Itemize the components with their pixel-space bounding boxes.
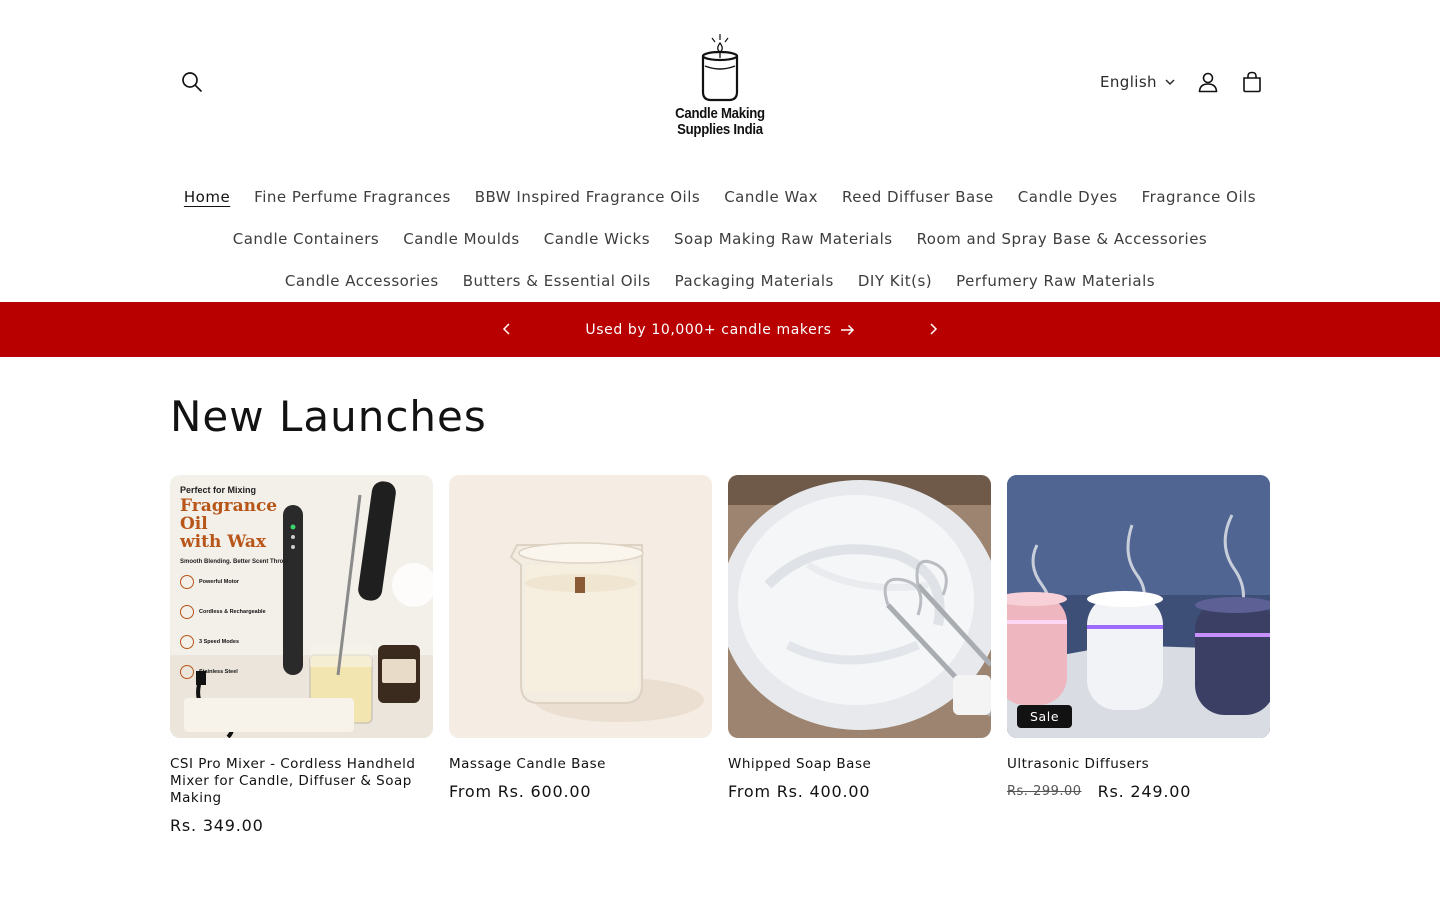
price-sale: Rs. 249.00 <box>1097 782 1192 801</box>
product-price: Rs. 349.00 <box>170 816 433 835</box>
product-card[interactable]: Perfect for Mixing Fragrance Oil with Wa… <box>170 475 433 835</box>
nav-link-soap-making-raw-materials[interactable]: Soap Making Raw Materials <box>662 230 905 248</box>
price-regular: From Rs. 400.00 <box>728 782 871 801</box>
mixer-feature-3: 3 Speed Modes <box>199 639 240 645</box>
mixer-image-headline-2: with Wax <box>180 532 266 552</box>
nav-link-room-and-spray-base[interactable]: Room and Spray Base & Accessories <box>905 230 1220 248</box>
nav-link-candle-wicks[interactable]: Candle Wicks <box>532 230 662 248</box>
product-title[interactable]: Massage Candle Base <box>449 756 712 773</box>
product-image[interactable] <box>449 475 712 738</box>
product-title[interactable]: Ultrasonic Diffusers <box>1007 756 1270 773</box>
product-card[interactable]: Whipped Soap Base From Rs. 400.00 <box>728 475 991 835</box>
mixer-feature: Stainless Steel <box>180 665 290 679</box>
cart-icon <box>1243 71 1261 93</box>
mixer-image-subtitle: Smooth Blending. Better Scent Throw. <box>180 559 290 565</box>
announcement-next-button[interactable] <box>916 312 950 346</box>
nav-row-3: Candle Accessories Butters & Essential O… <box>0 260 1440 302</box>
announcement-prev-button[interactable] <box>490 312 524 346</box>
product-image[interactable]: Perfect for Mixing Fragrance Oil with Wa… <box>170 475 433 738</box>
search-icon <box>182 72 202 92</box>
battery-icon <box>180 605 194 619</box>
nav-link-perfumery-raw-materials[interactable]: Perfumery Raw Materials <box>944 272 1167 290</box>
announcement-link[interactable]: Used by 10,000+ candle makers <box>560 302 880 357</box>
whipped-soap-image <box>728 475 991 738</box>
language-selector[interactable]: English <box>1100 70 1175 94</box>
mixer-image-overlay: Perfect for Mixing Fragrance Oil with Wa… <box>180 485 290 679</box>
product-image[interactable] <box>728 475 991 738</box>
arrow-right-icon <box>840 324 854 335</box>
motor-icon <box>180 575 194 589</box>
mixer-feature: Cordless & Rechargeable <box>180 605 290 619</box>
nav-row-2: Candle Containers Candle Moulds Candle W… <box>0 218 1440 260</box>
product-price: From Rs. 400.00 <box>728 782 991 801</box>
mixer-feature-list: Powerful Motor Cordless & Rechargeable 3… <box>180 575 290 679</box>
speed-icon <box>180 635 194 649</box>
steel-icon <box>180 665 194 679</box>
mixer-feature: 3 Speed Modes <box>180 635 290 649</box>
logo-line-2: Supplies India <box>677 121 763 138</box>
chevron-right-icon <box>930 323 938 335</box>
site-logo[interactable]: Candle Making Supplies India <box>660 30 780 146</box>
candle-logo-icon <box>701 34 739 102</box>
nav-link-candle-moulds[interactable]: Candle Moulds <box>391 230 532 248</box>
announcement-text: Used by 10,000+ candle makers <box>585 321 832 338</box>
site-header: Candle Making Supplies India English <box>0 0 1440 170</box>
product-card[interactable]: Massage Candle Base From Rs. 600.00 <box>449 475 712 835</box>
chevron-left-icon <box>502 323 510 335</box>
mixer-feature: Powerful Motor <box>180 575 290 589</box>
nav-link-bbw-inspired-fragrance-oils[interactable]: BBW Inspired Fragrance Oils <box>463 188 712 206</box>
mixer-feature-4: Stainless Steel <box>199 669 238 675</box>
section-title: New Launches <box>170 392 487 441</box>
price-regular: From Rs. 600.00 <box>449 782 592 801</box>
sale-badge: Sale <box>1017 705 1073 728</box>
account-icon <box>1198 72 1218 93</box>
product-card[interactable]: Sale Ultrasonic Diffusers Rs. 299.00 Rs.… <box>1007 475 1270 835</box>
price-regular: Rs. 349.00 <box>170 816 264 835</box>
nav-row-1: Home Fine Perfume Fragrances BBW Inspire… <box>0 176 1440 218</box>
logo-line-1: Candle Making <box>675 105 765 122</box>
mixer-feature-2: Cordless & Rechargeable <box>199 609 266 615</box>
price-compare-at: Rs. 299.00 <box>1007 784 1082 799</box>
logo-text: Candle Making Supplies India <box>675 106 765 138</box>
account-button[interactable] <box>1186 60 1230 104</box>
product-title[interactable]: Whipped Soap Base <box>728 756 991 773</box>
nav-link-packaging-materials[interactable]: Packaging Materials <box>663 272 846 290</box>
search-button[interactable] <box>170 60 214 104</box>
main-nav: Home Fine Perfume Fragrances BBW Inspire… <box>0 176 1440 302</box>
nav-link-reed-diffuser-base[interactable]: Reed Diffuser Base <box>830 188 1006 206</box>
product-price: Rs. 299.00 Rs. 249.00 <box>1007 782 1270 801</box>
ultrasonic-diffusers-image <box>1007 475 1270 738</box>
nav-link-home[interactable]: Home <box>172 188 242 206</box>
mixer-image-headline-1: Fragrance Oil <box>180 496 278 534</box>
massage-candle-image <box>449 475 712 738</box>
product-price: From Rs. 600.00 <box>449 782 712 801</box>
announcement-bar: Used by 10,000+ candle makers <box>0 302 1440 357</box>
mixer-image-tag: Perfect for Mixing <box>180 485 257 495</box>
nav-link-fine-perfume-fragrances[interactable]: Fine Perfume Fragrances <box>242 188 463 206</box>
cart-button[interactable] <box>1230 60 1274 104</box>
nav-link-fragrance-oils[interactable]: Fragrance Oils <box>1130 188 1268 206</box>
product-grid: Perfect for Mixing Fragrance Oil with Wa… <box>170 475 1270 835</box>
nav-link-candle-wax[interactable]: Candle Wax <box>712 188 830 206</box>
nav-link-candle-accessories[interactable]: Candle Accessories <box>273 272 451 290</box>
nav-link-butters-essential-oils[interactable]: Butters & Essential Oils <box>451 272 663 290</box>
product-image[interactable]: Sale <box>1007 475 1270 738</box>
nav-link-diy-kits[interactable]: DIY Kit(s) <box>846 272 944 290</box>
language-label: English <box>1100 73 1157 91</box>
mixer-feature-1: Powerful Motor <box>199 579 240 585</box>
product-title[interactable]: CSI Pro Mixer - Cordless Handheld Mixer … <box>170 756 433 807</box>
nav-link-candle-containers[interactable]: Candle Containers <box>221 230 391 248</box>
nav-link-candle-dyes[interactable]: Candle Dyes <box>1006 188 1130 206</box>
chevron-down-icon <box>1165 79 1175 86</box>
